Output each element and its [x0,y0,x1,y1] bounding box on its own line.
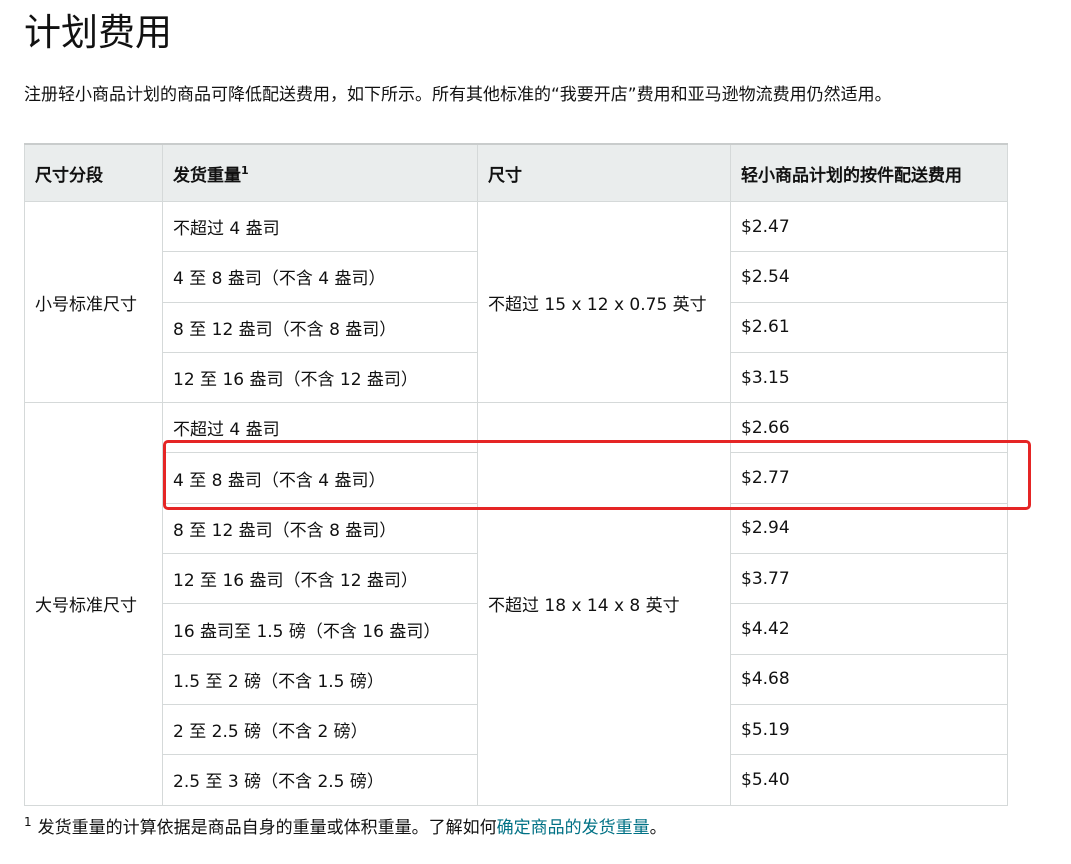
fee-cell: $5.40 [730,754,1008,806]
footnote-end: 。 [649,818,667,838]
header-weight-label: 发货重量 [173,165,241,186]
table-row: 小号标准尺寸 不超过 4 盎司 不超过 15 x 12 x 0.75 英寸 $2… [24,200,1008,404]
weight-cell: 12 至 16 盎司（不含 12 盎司） [162,351,478,404]
weight-cell: 8 至 12 盎司（不含 8 盎司） [162,301,478,353]
dimensions-cell: 不超过 18 x 14 x 8 英寸 [477,402,731,806]
dimensions-cell: 不超过 15 x 12 x 0.75 英寸 [477,200,731,404]
weight-cell: 12 至 16 盎司（不含 12 盎司） [162,553,478,605]
footnote-mark: 1 [24,815,32,829]
footnote-text: 发货重量的计算依据是商品自身的重量或体积重量。了解如何 [37,818,497,838]
fee-cell: $2.54 [730,251,1008,303]
weight-cell: 8 至 12 盎司（不含 8 盎司） [162,502,478,555]
fee-table: 尺寸分段 发货重量1 尺寸 轻小商品计划的按件配送费用 小号标准尺寸 不超过 4… [24,143,1008,806]
size-tier-cell: 小号标准尺寸 [24,200,163,404]
header-weight: 发货重量1 [162,143,478,202]
weight-cell: 不超过 4 盎司 [162,200,478,253]
fee-cell: $3.15 [730,351,1008,404]
weight-cell: 2 至 2.5 磅（不含 2 磅） [162,703,478,756]
fee-cell: $2.66 [730,402,1008,454]
fee-cell: $2.94 [730,502,1008,555]
table-row: 大号标准尺寸 不超过 4 盎司 不超过 18 x 14 x 8 英寸 $2.66 [24,402,1008,806]
fee-cell: $2.77 [730,452,1008,504]
footnote: 1 发货重量的计算依据是商品自身的重量或体积重量。了解如何确定商品的发货重量。 [24,815,667,841]
shipping-weight-link[interactable]: 确定商品的发货重量 [497,818,650,838]
intro-text: 注册轻小商品计划的商品可降低配送费用，如下所示。所有其他标准的“我要开店”费用和… [24,85,892,105]
weight-cell: 16 盎司至 1.5 磅（不含 16 盎司） [162,603,478,655]
weight-cell: 1.5 至 2 磅（不含 1.5 磅） [162,653,478,705]
page-title: 计划费用 [24,11,172,54]
weight-cell: 4 至 8 盎司（不含 4 盎司） [162,251,478,303]
table-header-row: 尺寸分段 发货重量1 尺寸 轻小商品计划的按件配送费用 [24,143,1008,202]
fee-cell: $5.19 [730,703,1008,756]
fee-cell: $3.77 [730,553,1008,605]
weight-cell: 2.5 至 3 磅（不含 2.5 磅） [162,754,478,806]
fee-cell: $2.47 [730,200,1008,253]
header-weight-footnote-mark: 1 [241,163,249,177]
fee-cell: $4.68 [730,653,1008,705]
fee-cell: $4.42 [730,603,1008,655]
header-fee: 轻小商品计划的按件配送费用 [730,143,1008,202]
header-dimensions: 尺寸 [477,143,731,202]
header-size-tier: 尺寸分段 [24,143,163,202]
size-tier-cell: 大号标准尺寸 [24,402,163,806]
weight-cell: 4 至 8 盎司（不含 4 盎司） [162,452,478,504]
fee-cell: $2.61 [730,301,1008,353]
weight-cell: 不超过 4 盎司 [162,402,478,454]
